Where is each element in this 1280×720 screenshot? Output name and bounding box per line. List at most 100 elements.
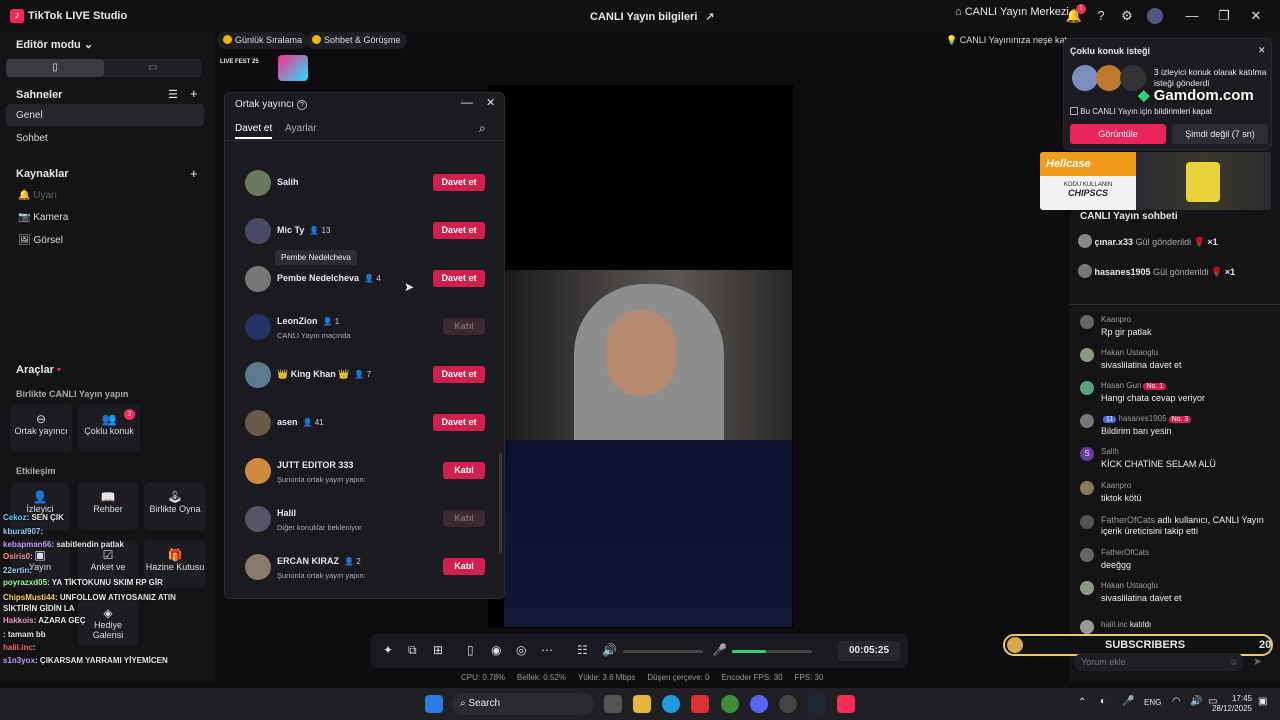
join-button[interactable]: Katıl: [443, 318, 485, 335]
avatar: [245, 506, 271, 532]
magic-icon[interactable]: ✦: [383, 643, 393, 657]
level-badge: 11: [1103, 416, 1117, 423]
sources-title: Kaynaklar: [16, 168, 69, 180]
cohost-tool-button[interactable]: ⊖ Ortak yayıncı: [10, 404, 72, 452]
speaker-icon[interactable]: 🔊: [602, 643, 617, 657]
live-info-title[interactable]: CANLI Yayın bilgileri ↗: [590, 10, 715, 23]
notification-badge: 1: [1076, 4, 1086, 14]
share-icon[interactable]: ↗: [705, 11, 714, 23]
notifications-icon[interactable]: ▣: [1258, 696, 1267, 707]
invite-button[interactable]: Davet et: [433, 414, 485, 431]
help-icon[interactable]: ?: [1091, 6, 1111, 26]
volume-slider[interactable]: [623, 650, 703, 653]
landscape-mode-icon[interactable]: ▭: [104, 59, 202, 77]
edge-icon[interactable]: [662, 695, 680, 713]
scrollbar[interactable]: [499, 453, 502, 553]
add-scene-icon[interactable]: +: [190, 86, 198, 101]
scene-item-sohbet[interactable]: Sohbet: [16, 133, 48, 144]
search-box[interactable]: ⌕ Search: [452, 693, 594, 715]
gamdom-ad: ◆ Gamdom.com: [1138, 87, 1254, 104]
guest-avatars: [1072, 65, 1148, 91]
list-item: LeonZion 👤 1 CANLI Yayın maçında Katıl: [245, 312, 485, 342]
cohost-dialog: Ortak yayıncı? — ✕ Davet et Ayarlar ⌕ Sa…: [224, 92, 505, 599]
gear-icon[interactable]: ⚙: [1117, 6, 1137, 26]
invite-button[interactable]: Davet et: [433, 366, 485, 383]
discord-tray-icon[interactable]: ◐: [1100, 696, 1106, 707]
tiktok-studio-icon[interactable]: [837, 695, 855, 713]
invite-button[interactable]: Davet et: [433, 222, 485, 239]
more-icon[interactable]: ⋯: [541, 643, 553, 657]
join-button[interactable]: Katıl: [443, 462, 485, 479]
effects-icon[interactable]: ⧉: [408, 643, 417, 658]
overlay-chat: Cekoz: SEN ÇIK kbural907: kebapman66: sa…: [3, 513, 176, 665]
maximize-icon[interactable]: ❐: [1214, 6, 1234, 26]
avatar[interactable]: [1147, 8, 1163, 24]
tab-settings[interactable]: Ayarlar: [285, 123, 317, 134]
livefest-badge[interactable]: LIVE FEST 25: [220, 55, 310, 81]
comment-input[interactable]: Yorum ekle ☺: [1074, 653, 1244, 671]
list-item: JUTT EDITOR 333 Şununla ortak yayın yapı…: [245, 456, 485, 486]
avatar: [1080, 348, 1094, 362]
join-button[interactable]: Katıl: [443, 510, 485, 527]
windows-start-icon[interactable]: [425, 695, 443, 713]
daily-ranking-chip[interactable]: Günlük Sıralama: [217, 32, 309, 49]
camera-icon[interactable]: ◎: [516, 643, 526, 657]
fun-hint-chip[interactable]: 💡 CANLI Yayınınıza neşe katın: [940, 32, 1080, 49]
minimize-icon[interactable]: —: [461, 95, 473, 109]
source-item-camera[interactable]: 📷 Kamera: [18, 212, 68, 223]
view-button[interactable]: Görüntüle: [1070, 124, 1166, 144]
live-center-button[interactable]: ⌂ CANLI Yayın Merkezi: [955, 6, 1069, 18]
phone-icon[interactable]: ▯: [467, 643, 474, 657]
later-button[interactable]: Şimdi değil (7 sn): [1172, 124, 1268, 144]
layout-icon[interactable]: ⊞: [433, 643, 443, 657]
viewer-count: 👤 2: [344, 557, 361, 566]
wifi-icon[interactable]: ◠: [1172, 696, 1181, 707]
close-icon[interactable]: ✕: [1258, 45, 1266, 56]
send-icon[interactable]: ➤: [1253, 655, 1262, 668]
join-button[interactable]: Katıl: [443, 558, 485, 575]
tab-invite[interactable]: Davet et: [235, 123, 273, 139]
taskbar: ⌕ Search ⌃ ◐ 🎤 ENG ◠ 🔊 ▭ 17:45 28/12/2025…: [0, 688, 1280, 720]
rose-icon: 🌹: [1193, 237, 1205, 247]
mute-checkbox[interactable]: Bu CANLI Yayın için bildirimleri kapat: [1070, 107, 1212, 116]
close-icon[interactable]: ✕: [486, 96, 495, 109]
chat-meet-chip[interactable]: Sohbet & Görüşme: [306, 32, 407, 49]
invite-button[interactable]: Davet et: [433, 174, 485, 191]
volume-icon[interactable]: 🔊: [1190, 696, 1202, 707]
avatar: [245, 410, 271, 436]
mic-slider[interactable]: [732, 650, 812, 653]
app-icon[interactable]: [779, 695, 797, 713]
settings-sliders-icon[interactable]: ☷: [577, 643, 588, 657]
steam-icon[interactable]: [808, 695, 826, 713]
chevron-up-icon[interactable]: ⌃: [1078, 697, 1086, 708]
multiguest-badge: 3: [124, 409, 135, 420]
chrome-icon[interactable]: [721, 695, 739, 713]
close-icon[interactable]: ✕: [1246, 6, 1266, 26]
clock[interactable]: 17:45 28/12/2025: [1210, 694, 1252, 714]
minimize-icon[interactable]: —: [1182, 6, 1202, 26]
editor-mode-dropdown[interactable]: Editör modu ⌄: [16, 38, 93, 51]
portrait-mode-icon[interactable]: ▯: [6, 59, 104, 77]
viewer-count: 👤 1: [322, 317, 340, 326]
viewer-count: 👤 13: [309, 226, 331, 235]
taskview-icon[interactable]: [604, 695, 622, 713]
avatar: [245, 314, 271, 340]
language-indicator[interactable]: ENG: [1144, 698, 1161, 707]
list-icon[interactable]: ☰: [168, 88, 178, 101]
source-item-image[interactable]: 🖼 Görsel: [18, 235, 63, 246]
source-item-alert[interactable]: 🔔 Uyarı: [18, 190, 57, 201]
invite-button[interactable]: Davet et: [433, 270, 485, 287]
mouse-cursor-icon: ➤: [404, 280, 415, 294]
add-source-icon[interactable]: +: [190, 166, 198, 181]
app-icon[interactable]: [691, 695, 709, 713]
microphone-icon[interactable]: 🎤: [1122, 696, 1134, 707]
help-icon[interactable]: ?: [296, 100, 307, 110]
record-icon[interactable]: ◉: [491, 643, 501, 657]
folder-icon[interactable]: [633, 695, 651, 713]
mode-toggle[interactable]: ▯ ▭: [6, 59, 202, 77]
scene-item-genel[interactable]: Genel: [16, 110, 43, 121]
discord-icon[interactable]: [750, 695, 768, 713]
chat-icon: [312, 35, 321, 44]
search-icon[interactable]: ⌕: [479, 121, 486, 136]
microphone-icon[interactable]: 🎤: [712, 643, 727, 657]
